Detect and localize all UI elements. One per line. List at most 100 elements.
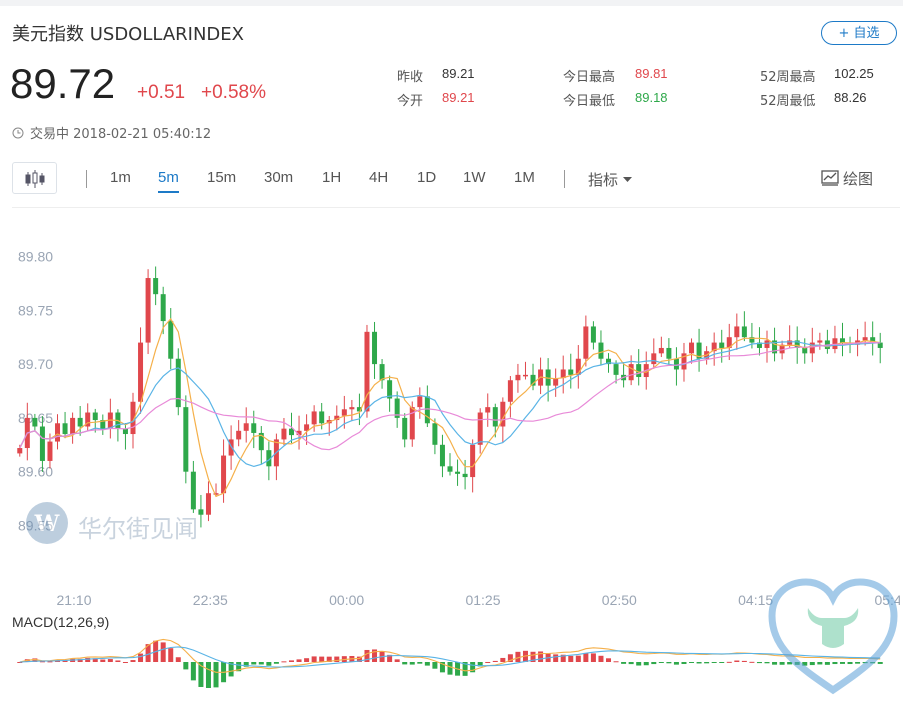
y-tick-label: 89.70 <box>18 356 53 372</box>
candle-body <box>470 444 476 478</box>
macd-bar <box>402 662 408 665</box>
macd-bar <box>273 662 279 664</box>
chart-type-button[interactable] <box>12 162 57 194</box>
price-chart[interactable]: 89.8089.7589.7089.6589.6089.5521:1022:35… <box>12 207 903 702</box>
candle-body <box>515 374 521 381</box>
candle-body <box>77 417 83 427</box>
indicator-label: 指标 <box>588 171 619 189</box>
macd-bar <box>394 659 400 662</box>
period-1mo[interactable]: 1M <box>514 169 535 186</box>
macd-bar <box>606 658 612 662</box>
day-high-label: 今日最高 <box>563 70 616 85</box>
candlestick-chart[interactable]: 89.8089.7589.7089.6589.6089.5521:1022:35… <box>12 207 903 702</box>
macd-bar <box>673 662 679 665</box>
macd-bar <box>628 662 634 665</box>
macd-bar <box>409 662 415 665</box>
macd-bar <box>621 662 627 664</box>
trading-status: 交易中 2018-02-21 05:40:12 <box>12 123 211 142</box>
macd-bar <box>492 660 498 662</box>
period-30m[interactable]: 30m <box>264 169 293 186</box>
period-4h[interactable]: 4H <box>369 169 388 186</box>
candle-body <box>311 411 317 425</box>
candle-body <box>477 412 483 445</box>
candle-body <box>205 493 211 515</box>
candle-body <box>734 326 740 338</box>
indicator-dropdown[interactable]: 指标 <box>588 169 632 190</box>
macd-bar <box>138 653 144 662</box>
candle-body <box>349 407 355 410</box>
period-15m[interactable]: 15m <box>207 169 236 186</box>
macd-label: MACD(12,26,9) <box>12 614 109 630</box>
y-tick-label: 89.80 <box>18 249 53 265</box>
candle-body <box>175 358 181 408</box>
draw-button[interactable]: 绘图 <box>821 168 873 189</box>
macd-bar <box>296 659 302 662</box>
caret-down-icon <box>622 177 632 182</box>
candle-body <box>47 441 53 461</box>
candle-body <box>741 326 747 338</box>
macd-bar <box>756 662 762 664</box>
macd-bar <box>251 662 257 665</box>
day-low-label: 今日最低 <box>563 94 616 109</box>
candle-body <box>666 347 672 359</box>
candle-body <box>590 326 596 343</box>
candle-body <box>55 423 61 442</box>
page-title: 美元指数 USDOLLARINDEX <box>12 24 244 45</box>
chart-toolbar: 1m 5m 15m 30m 1H 4H 1D 1W 1M 指标 绘图 <box>0 160 903 200</box>
prev-close-value: 89.21 <box>442 66 475 81</box>
x-tick-label: 22:35 <box>193 592 228 608</box>
candle-body <box>839 338 845 343</box>
price-change: +0.51 <box>137 82 186 103</box>
candle-body <box>787 340 793 345</box>
candle-body <box>432 423 438 445</box>
candle-body <box>281 428 287 440</box>
macd-bar <box>598 655 604 662</box>
period-5m[interactable]: 5m <box>158 169 179 193</box>
macd-bar <box>689 662 695 663</box>
macd-bar <box>107 659 113 662</box>
x-tick-label: 02:50 <box>602 592 637 608</box>
week52-low-value: 88.26 <box>834 90 867 105</box>
macd-bar <box>175 657 181 662</box>
y-tick-label: 89.75 <box>18 302 53 318</box>
add-watchlist-button[interactable]: + 自选 <box>821 21 897 45</box>
watermark: W 华尔街见闻 <box>24 500 204 546</box>
macd-bar <box>160 642 166 662</box>
candle-body <box>402 417 408 440</box>
candle-body <box>372 331 378 365</box>
macd-bar <box>213 662 219 688</box>
clock-icon <box>12 127 24 139</box>
candle-body <box>568 369 574 375</box>
y-tick-label: 89.60 <box>18 464 53 480</box>
macd-bar <box>311 656 317 662</box>
candle-body <box>17 448 23 454</box>
day-high-value: 89.81 <box>635 66 668 81</box>
week52-low-label: 52周最低 <box>760 94 816 109</box>
period-1d[interactable]: 1D <box>417 169 436 186</box>
x-tick-label: 00:00 <box>329 592 364 608</box>
period-1h[interactable]: 1H <box>322 169 341 186</box>
macd-bar <box>651 662 657 665</box>
candle-body <box>651 353 657 365</box>
macd-bar <box>583 652 589 662</box>
macd-bar <box>432 662 438 669</box>
day-low-value: 89.18 <box>635 90 668 105</box>
candle-body <box>583 326 589 359</box>
chart-draw-icon <box>821 170 839 186</box>
macd-bar <box>696 662 702 664</box>
candle-body <box>168 321 174 359</box>
toolbar-separator <box>86 170 87 188</box>
period-1w[interactable]: 1W <box>463 169 486 186</box>
macd-bar <box>719 662 725 663</box>
x-tick-label: 01:25 <box>465 592 500 608</box>
period-1m[interactable]: 1m <box>110 169 131 186</box>
candlestick-icon <box>25 170 45 188</box>
macd-bar <box>613 661 619 663</box>
trading-status-text: 交易中 2018-02-21 05:40:12 <box>30 127 212 142</box>
candle-body <box>862 337 868 341</box>
candle-body <box>598 342 604 359</box>
candle-body <box>802 347 808 354</box>
macd-bar <box>190 662 196 681</box>
candle-body <box>636 364 642 378</box>
macd-bar <box>666 662 672 664</box>
